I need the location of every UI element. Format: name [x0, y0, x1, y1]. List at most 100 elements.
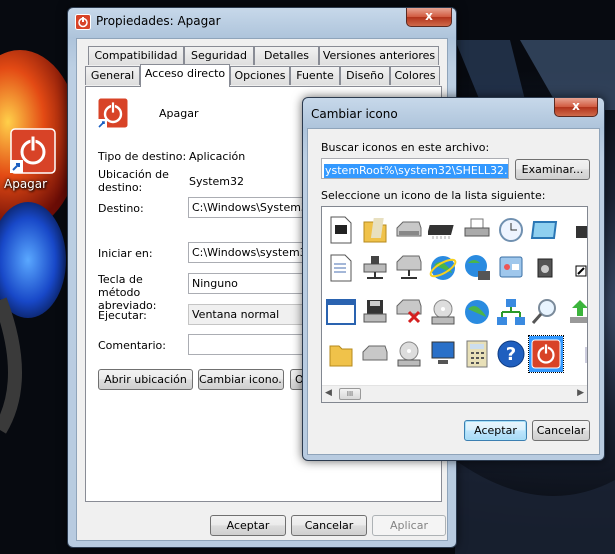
tab-fuente[interactable]: Fuente	[290, 66, 340, 85]
calculator-icon[interactable]	[461, 338, 493, 370]
start-in-label: Iniciar en:	[98, 247, 153, 260]
tab-seguridad[interactable]: Seguridad	[184, 46, 254, 65]
properties-title: Propiedades: Apagar	[96, 14, 221, 28]
globe-icon[interactable]	[427, 252, 459, 284]
shortcut-partial-icon[interactable]	[563, 252, 587, 284]
tab-label: Opciones	[234, 69, 286, 82]
scroll-right-icon[interactable]: ▶	[577, 388, 584, 398]
target-location-label: Ubicación de destino:	[98, 168, 169, 194]
properties-close-button[interactable]: x	[406, 8, 452, 27]
drive-icon[interactable]	[393, 214, 425, 246]
tab-label: Fuente	[296, 69, 334, 82]
change-icon-button[interactable]: Cambiar icono...	[198, 369, 284, 390]
globe-icon[interactable]	[461, 296, 493, 328]
ok-button[interactable]: Aceptar	[210, 515, 286, 536]
target-field[interactable]: C:\Windows\System32\	[188, 197, 308, 218]
power-icon	[10, 128, 56, 174]
chip-icon[interactable]	[427, 214, 459, 246]
svg-text:?: ?	[506, 344, 516, 365]
tab-label: General	[90, 69, 135, 82]
browse-button[interactable]: Examinar...	[515, 159, 590, 180]
search-label: Buscar iconos en este archivo:	[321, 141, 490, 154]
tab-label: Diseño	[346, 69, 384, 82]
computer-partial-icon[interactable]	[563, 214, 587, 246]
window-icon[interactable]	[529, 214, 561, 246]
apply-button[interactable]: Aplicar	[372, 515, 446, 536]
tab-acceso-directo[interactable]: Acceso directo	[140, 64, 230, 87]
network-globe-icon[interactable]	[461, 252, 493, 284]
hotkey-field[interactable]: Ninguno	[188, 273, 308, 294]
change-icon-titlebar[interactable]: Cambiar icono x	[303, 98, 604, 126]
close-icon: x	[425, 9, 433, 23]
tab-general[interactable]: General	[85, 66, 140, 85]
tab-label: Compatibilidad	[94, 49, 178, 62]
scroll-thumb[interactable]: III	[339, 388, 361, 400]
drive-icon[interactable]	[393, 252, 425, 284]
control-panel-icon[interactable]	[495, 252, 527, 284]
scroll-left-icon[interactable]: ◀	[325, 388, 332, 398]
comment-label: Comentario:	[98, 339, 166, 352]
document-icon[interactable]	[325, 214, 357, 246]
icon-file-value: ystemRoot%\system32\SHELL32.dll	[324, 164, 508, 178]
search-icon[interactable]	[529, 296, 561, 328]
tab-colores[interactable]: Colores	[390, 66, 440, 85]
shortcut-name: Apagar	[159, 107, 199, 120]
target-location-value: System32	[189, 175, 245, 188]
cd-drive-icon[interactable]	[427, 296, 459, 328]
network-drive-icon[interactable]	[359, 252, 391, 284]
hotkey-label: Tecla de método abreviado:	[98, 273, 157, 312]
tab-label: Detalles	[264, 49, 309, 62]
change-icon-client: Buscar iconos en este archivo: ystemRoot…	[307, 128, 600, 455]
window-icon[interactable]	[325, 296, 357, 328]
cd-disc-icon[interactable]	[393, 338, 425, 370]
power-icon	[97, 97, 129, 129]
target-type-value: Aplicación	[189, 150, 246, 163]
select-label: Seleccione un icono de la lista siguient…	[321, 189, 546, 202]
comment-field[interactable]	[188, 334, 308, 355]
run-label: Ejecutar:	[98, 309, 147, 322]
tab-label: Acceso directo	[144, 67, 226, 80]
properties-titlebar[interactable]: Propiedades: Apagar x	[68, 8, 456, 36]
floppy-icon[interactable]	[359, 296, 391, 328]
dialog-ok-button[interactable]: Aceptar	[464, 420, 527, 441]
dialog-cancel-button[interactable]: Cancelar	[532, 420, 590, 441]
monitor-icon[interactable]	[427, 338, 459, 370]
cancel-button[interactable]: Cancelar	[291, 515, 367, 536]
tab-label: Versiones anteriores	[322, 49, 436, 62]
drive-icon[interactable]	[359, 338, 391, 370]
folder-icon[interactable]	[325, 338, 357, 370]
tab-compatibilidad[interactable]: Compatibilidad	[88, 46, 184, 65]
tab-versiones-anteriores[interactable]: Versiones anteriores	[319, 46, 439, 65]
change-icon-dialog: Cambiar icono x Buscar iconos en este ar…	[302, 97, 605, 461]
separator	[96, 231, 308, 232]
speaker-icon[interactable]	[529, 252, 561, 284]
tab-label: Seguridad	[191, 49, 247, 62]
partial-icon[interactable]	[567, 338, 587, 370]
clock-icon[interactable]	[495, 214, 527, 246]
target-type-label: Tipo de destino:	[98, 150, 187, 163]
help-icon[interactable]: ?	[495, 338, 527, 370]
target-label: Destino:	[98, 202, 144, 215]
icon-file-field[interactable]: ystemRoot%\system32\SHELL32.dll	[321, 158, 509, 179]
icon-list[interactable]: ? ◀ III ▶	[321, 206, 588, 403]
start-in-field[interactable]: C:\Windows\system32	[188, 242, 308, 263]
tab-opciones[interactable]: Opciones	[230, 66, 290, 85]
power-icon[interactable]	[528, 335, 564, 373]
open-location-button[interactable]: Abrir ubicación	[98, 369, 193, 390]
grip-icon: III	[346, 390, 354, 398]
tab-diseno[interactable]: Diseño	[340, 66, 390, 85]
tab-detalles[interactable]: Detalles	[254, 46, 319, 65]
drive-delete-icon[interactable]	[393, 296, 425, 328]
text-document-icon[interactable]	[325, 252, 357, 284]
green-arrow-icon[interactable]	[563, 296, 587, 328]
desktop-icon-label: Apagar	[4, 177, 48, 191]
change-icon-close-button[interactable]: x	[554, 98, 598, 117]
icon-list-hscrollbar[interactable]: ◀ III ▶	[322, 385, 587, 402]
tab-label: Colores	[394, 69, 436, 82]
folder-icon[interactable]	[359, 214, 391, 246]
run-dropdown[interactable]: Ventana normal	[188, 304, 308, 325]
printer-icon[interactable]	[461, 214, 493, 246]
shortcut-app-icon	[75, 14, 91, 30]
network-icon[interactable]	[495, 296, 527, 328]
desktop-shortcut-apagar[interactable]: Apagar	[4, 128, 62, 191]
